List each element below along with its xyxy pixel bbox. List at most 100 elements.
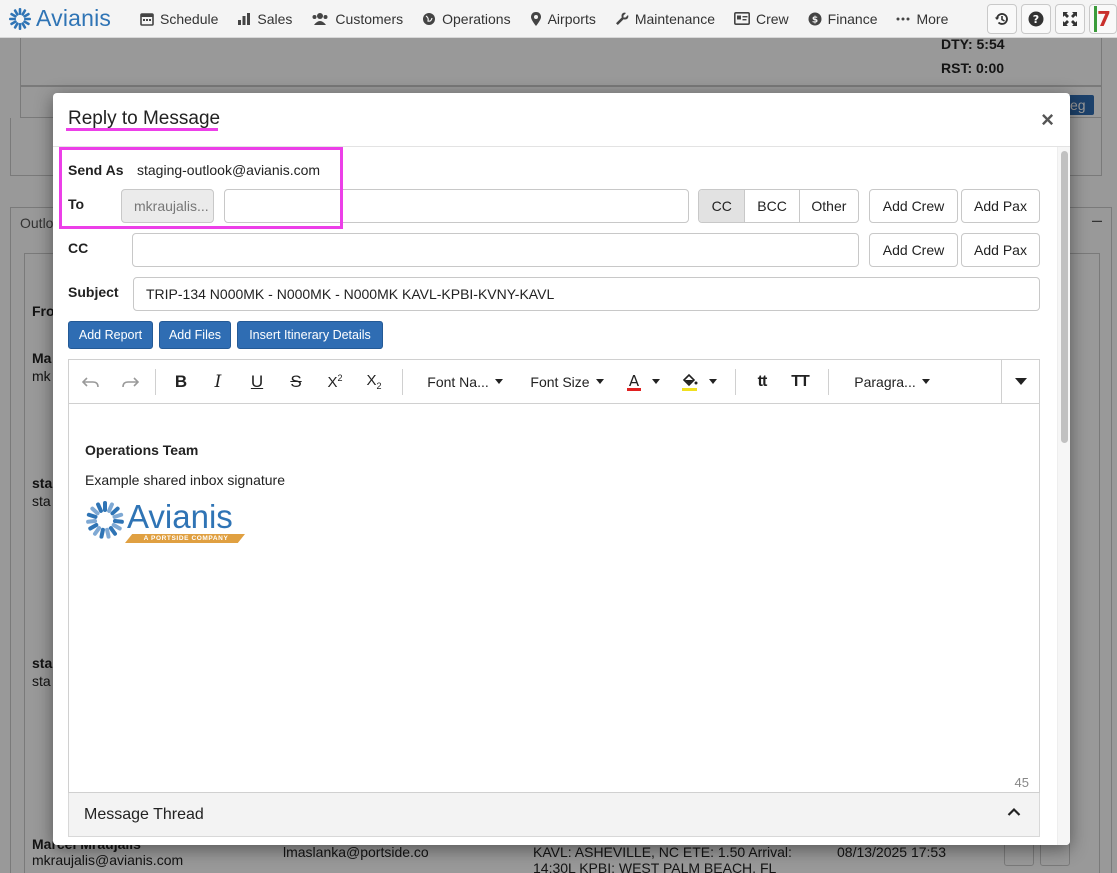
cc-add-pax-button[interactable]: Add Pax [961,233,1040,267]
reply-message-modal: Reply to Message × Send As staging-outlo… [53,93,1070,845]
lowercase-icon: tt [757,372,768,390]
chevron-down-icon [652,379,660,384]
uppercase-button[interactable]: TT [780,360,820,404]
recipient-type-other[interactable]: Other [798,190,858,222]
bold-icon: B [174,371,188,391]
seven-badge-icon: 7 [1094,6,1111,32]
expand-icon [1063,12,1077,26]
history-button[interactable] [987,4,1017,34]
nav-utilities: ? 7 [983,4,1117,34]
paragraph-label: Paragra... [854,373,916,390]
nav-sales-label: Sales [257,10,293,27]
users-icon [312,12,328,25]
add-files-button[interactable]: Add Files [159,321,231,349]
lowercase-button[interactable]: tt [744,360,780,404]
to-add-pax-button[interactable]: Add Pax [961,189,1040,223]
italic-icon: I [214,371,222,392]
message-thread-header[interactable]: Message Thread [68,793,1040,837]
svg-text:$: $ [812,15,818,25]
recipient-type-bcc[interactable]: BCC [744,190,798,222]
title-annotation-underline [66,128,218,131]
history-icon [994,13,1008,25]
highlight-color-button[interactable] [671,360,727,404]
editor-content[interactable]: Operations Team Example shared inbox sig… [85,442,285,543]
add-report-button[interactable]: Add Report [68,321,153,349]
nav-schedule[interactable]: Schedule [140,11,218,27]
chevron-down-icon [494,379,503,384]
redo-button[interactable] [113,360,147,404]
subject-label: Subject [68,284,119,300]
avianis-logo-icon [9,7,31,30]
close-icon[interactable]: × [1041,107,1054,133]
toolbar-more-button[interactable] [1001,360,1039,403]
superscript-button[interactable]: X2 [316,360,354,404]
strikethrough-button[interactable]: S [276,360,316,404]
nav-finance-label: Finance [827,10,878,27]
cc-add-crew-button[interactable]: Add Crew [869,233,958,267]
subject-input[interactable]: TRIP-134 N000MK - N000MK - N000MK KAVL-K… [133,277,1040,311]
calendar-icon [140,12,154,26]
font-name-select[interactable]: Font Na... [411,360,519,404]
to-add-crew-button[interactable]: Add Crew [869,189,958,223]
character-count: 45 [1014,775,1029,790]
bold-button[interactable]: B [164,360,198,404]
top-nav: Avianis Schedule Sales Customers Operati… [0,0,1117,38]
subscript-button[interactable]: X2 [354,360,394,404]
nav-crew-label: Crew [756,10,789,27]
subject-input-value: TRIP-134 N000MK - N000MK - N000MK KAVL-K… [146,286,555,302]
toolbar-divider [828,368,829,395]
modal-title: Reply to Message [68,108,221,129]
modal-scrollbar[interactable] [1057,147,1070,845]
sender-annotation-box [59,147,343,229]
question-circle-icon: ? [1028,11,1044,27]
app-badge-button[interactable]: 7 [1089,4,1117,34]
font-name-label: Font Na... [427,373,489,390]
cc-input[interactable] [132,233,859,267]
paint-bucket-icon [682,373,698,391]
help-button[interactable]: ? [1021,4,1051,34]
insert-itinerary-button[interactable]: Insert Itinerary Details [237,321,383,349]
toolbar-divider [735,368,736,395]
cc-label: CC [68,240,89,256]
brand[interactable]: Avianis [0,5,140,32]
signature-title: Operations Team [85,442,199,458]
nav-operations[interactable]: Operations [422,10,511,27]
nav-maintenance[interactable]: Maintenance [615,11,715,27]
nav-customers[interactable]: Customers [311,11,403,27]
signature-logo: Avianis A PORTSIDE COMPANY [85,500,285,543]
underline-button[interactable]: U [238,360,276,404]
font-size-select[interactable]: Font Size [519,360,615,404]
chevron-down-icon [709,379,717,384]
text-color-button[interactable]: A [615,360,671,404]
toolbar-divider [402,368,403,395]
nav-more[interactable]: More [896,11,948,27]
uppercase-icon: TT [791,372,810,390]
redo-icon [122,376,139,387]
recipient-type-group: CC BCC Other [698,189,859,223]
nav-crew[interactable]: Crew [734,11,789,27]
nav-airports[interactable]: Airports [530,11,596,27]
svg-text:?: ? [1033,13,1039,26]
chevron-down-icon [595,379,604,384]
nav-sales[interactable]: Sales [237,11,292,27]
modal-scrollbar-thumb[interactable] [1061,151,1068,443]
chevron-up-icon[interactable] [1007,807,1021,817]
nav-finance[interactable]: $ Finance [808,10,878,27]
italic-button[interactable]: I [198,360,238,404]
recipient-type-cc[interactable]: CC [699,190,745,222]
nav-customers-label: Customers [335,10,404,27]
nav-airports-label: Airports [547,10,596,27]
nav-operations-label: Operations [442,10,511,27]
fullscreen-button[interactable] [1055,4,1085,34]
ellipsis-icon [896,17,910,20]
nav-more-label: More [916,10,949,27]
signature-text: Example shared inbox signature [85,472,286,488]
logo-wordmark: Avianis A PORTSIDE COMPANY [125,500,245,543]
underline-icon: U [250,371,264,391]
strikethrough-icon: S [290,371,302,391]
rich-text-editor: B I U S X2 X2 Font Na... Font Size A tt … [68,359,1040,793]
chevron-down-icon [921,379,930,384]
paragraph-select[interactable]: Paragra... [837,360,947,404]
editor-toolbar: B I U S X2 X2 Font Na... Font Size A tt … [69,360,1039,404]
undo-button[interactable] [69,360,113,404]
